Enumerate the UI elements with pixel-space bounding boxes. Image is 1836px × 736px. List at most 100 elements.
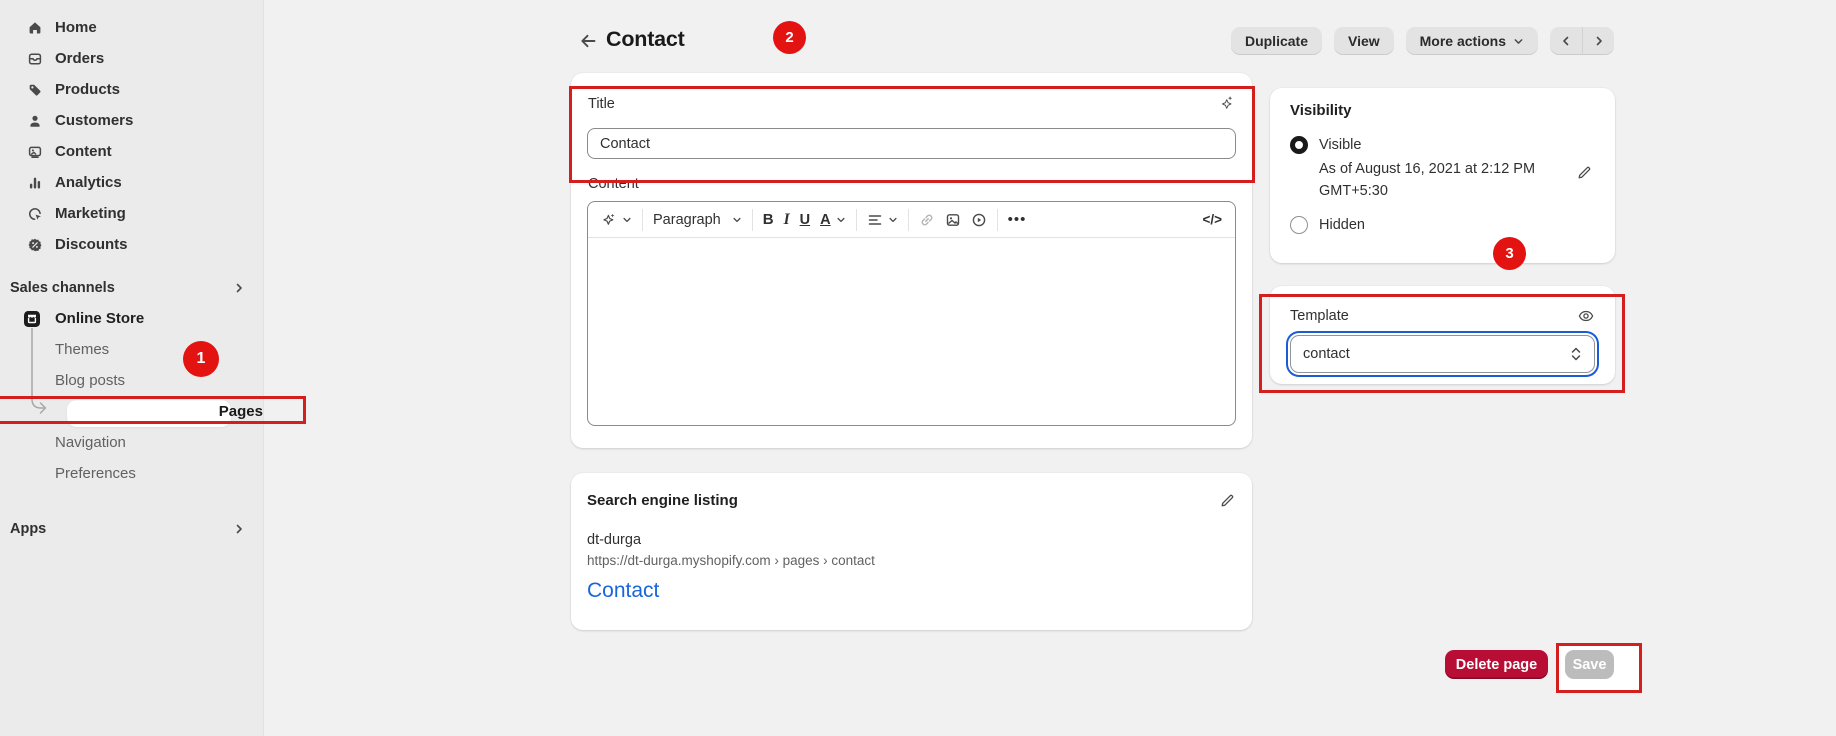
paragraph-style-dropdown[interactable]: Paragraph [653, 212, 742, 228]
sidebar-item-orders[interactable]: Orders [0, 43, 263, 74]
next-page-button[interactable] [1582, 27, 1614, 55]
text-color-label: A [820, 212, 830, 228]
delete-page-button[interactable]: Delete page [1445, 650, 1548, 679]
visibility-card: Visibility Visible As of August 16, 2021… [1270, 88, 1615, 263]
annotation-step-1: 1 [183, 341, 219, 377]
ai-sparkle-button[interactable] [601, 212, 632, 228]
text-color-button[interactable]: A [820, 212, 845, 228]
template-select[interactable]: contact [1290, 335, 1595, 373]
apps-label: Apps [10, 521, 46, 537]
show-html-button[interactable]: </> [1202, 212, 1222, 227]
chevron-down-icon [1513, 36, 1524, 47]
editor-content-area[interactable] [588, 238, 1235, 426]
seo-site-name: dt-durga [587, 532, 1236, 548]
title-field-label: Title [588, 96, 615, 112]
sidebar-item-home[interactable]: Home [0, 12, 263, 43]
main-column: Title Content Paragraph [571, 73, 1252, 630]
sidebar-item-preferences[interactable]: Preferences [0, 458, 263, 489]
view-button[interactable]: View [1334, 27, 1394, 55]
sidebar-item-label: Content [55, 143, 112, 160]
back-arrow-icon [578, 31, 598, 51]
annotation-step-3: 3 [1493, 237, 1526, 270]
analytics-bars-icon [27, 175, 43, 191]
sidebar-item-label: Discounts [55, 236, 128, 253]
sidebar-item-label: Home [55, 19, 97, 36]
sidebar-main-nav: Home Orders Products Customers Content A… [0, 0, 263, 260]
chevron-right-icon [1593, 35, 1605, 47]
sidebar-item-content[interactable]: Content [0, 136, 263, 167]
bold-button[interactable]: B [763, 211, 774, 228]
insert-image-button[interactable] [945, 212, 961, 228]
toolbar-separator [752, 209, 753, 231]
search-engine-listing-card: Search engine listing dt-durga https://d… [571, 473, 1252, 630]
underline-button[interactable]: U [800, 212, 810, 228]
navigation-label: Navigation [55, 434, 126, 451]
seo-url-breadcrumb: https://dt-durga.myshopify.com › pages ›… [587, 553, 1236, 568]
magic-sparkle-icon[interactable] [1217, 95, 1235, 113]
edit-pencil-icon[interactable] [1576, 164, 1593, 181]
blog-posts-label: Blog posts [55, 372, 125, 389]
online-store-label: Online Store [55, 310, 144, 327]
tree-connector-line [24, 327, 54, 417]
orders-icon [27, 51, 43, 67]
hidden-radio-option[interactable]: Hidden [1290, 216, 1595, 234]
insert-video-button[interactable] [971, 212, 987, 228]
home-icon [27, 20, 43, 36]
image-icon [945, 212, 961, 228]
sparkle-icon [601, 212, 617, 228]
right-column: Visibility Visible As of August 16, 2021… [1270, 88, 1615, 384]
view-label: View [1348, 33, 1380, 49]
template-label: Template [1290, 308, 1349, 324]
chevron-right-icon [233, 282, 245, 294]
sidebar-item-label: Analytics [55, 174, 122, 191]
sidebar-item-label: Products [55, 81, 120, 98]
sidebar: Home Orders Products Customers Content A… [0, 0, 264, 736]
customers-person-icon [27, 113, 43, 129]
discounts-badge-icon [27, 237, 43, 253]
sidebar-item-navigation[interactable]: Navigation [0, 427, 263, 458]
more-actions-label: More actions [1420, 33, 1506, 49]
duplicate-button[interactable]: Duplicate [1231, 27, 1322, 55]
more-formatting-button[interactable]: ••• [1008, 211, 1027, 228]
annotation-step-2: 2 [773, 21, 806, 54]
themes-label: Themes [55, 341, 109, 358]
sidebar-item-customers[interactable]: Customers [0, 105, 263, 136]
previous-page-button[interactable] [1550, 27, 1582, 55]
sales-channels-label: Sales channels [10, 280, 115, 296]
shopify-admin-page-editor: Home Orders Products Customers Content A… [0, 0, 1836, 736]
template-selected-value: contact [1303, 346, 1350, 362]
page-details-card: Title Content Paragraph [571, 73, 1252, 448]
visible-radio-option[interactable]: Visible [1290, 136, 1595, 154]
rich-text-editor: Paragraph B I U A [587, 201, 1236, 426]
sidebar-item-label: Orders [55, 50, 104, 67]
radio-unselected-icon [1290, 216, 1308, 234]
record-pager [1550, 27, 1614, 55]
sidebar-section-sales-channels[interactable]: Sales channels [0, 272, 263, 303]
back-button[interactable] [575, 28, 601, 54]
editor-toolbar: Paragraph B I U A [588, 202, 1235, 238]
toolbar-separator [997, 209, 998, 231]
play-circle-icon [971, 212, 987, 228]
seo-result-link[interactable]: Contact [587, 579, 659, 603]
chevron-down-icon [888, 215, 898, 225]
edit-pencil-icon[interactable] [1219, 492, 1236, 509]
italic-button[interactable]: I [784, 211, 790, 229]
sidebar-item-products[interactable]: Products [0, 74, 263, 105]
save-button[interactable]: Save [1565, 650, 1614, 679]
preferences-label: Preferences [55, 465, 136, 482]
sidebar-section-apps[interactable]: Apps [0, 513, 263, 544]
sidebar-item-marketing[interactable]: Marketing [0, 198, 263, 229]
title-input[interactable] [587, 128, 1236, 159]
duplicate-label: Duplicate [1245, 33, 1308, 49]
hidden-label: Hidden [1319, 217, 1365, 233]
chevron-left-icon [1560, 35, 1572, 47]
chevron-down-icon [622, 215, 632, 225]
sidebar-item-discounts[interactable]: Discounts [0, 229, 263, 260]
sidebar-item-analytics[interactable]: Analytics [0, 167, 263, 198]
eye-preview-icon[interactable] [1577, 307, 1595, 325]
visibility-date: As of August 16, 2021 at 2:12 PM GMT+5:3… [1319, 159, 1557, 202]
insert-link-button[interactable] [919, 212, 935, 228]
more-actions-button[interactable]: More actions [1406, 27, 1538, 55]
alignment-button[interactable] [867, 212, 898, 228]
chevron-down-icon [836, 215, 846, 225]
